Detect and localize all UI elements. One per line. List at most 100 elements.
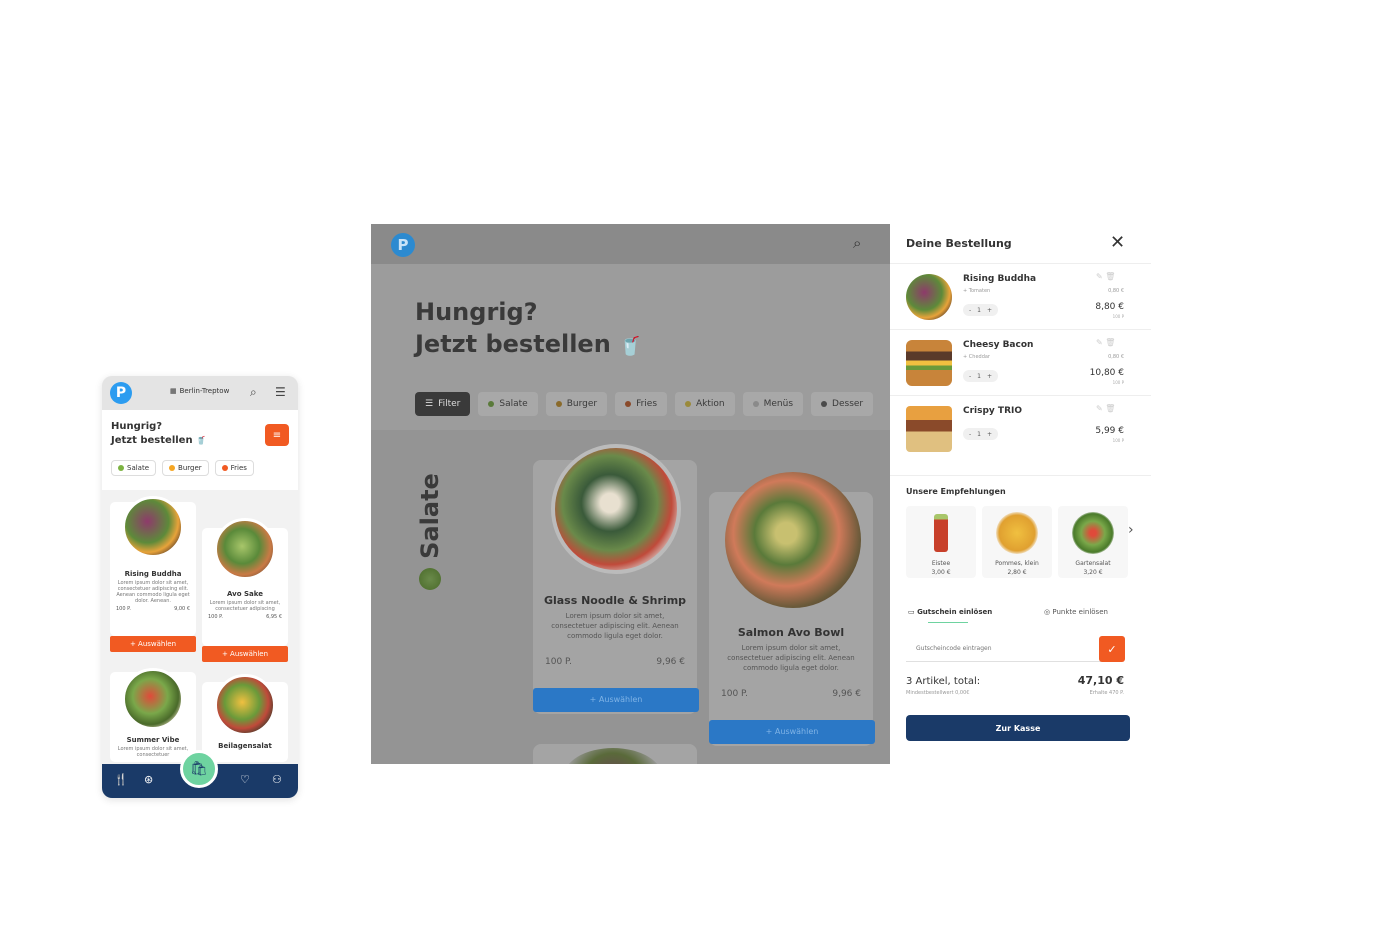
quantity-stepper[interactable]: -1 + xyxy=(963,370,999,382)
product-name: Rising Buddha xyxy=(124,570,182,578)
chip-label: Aktion xyxy=(696,399,725,409)
item-name: Rising Buddha xyxy=(963,274,1037,284)
plus-icon[interactable]: + xyxy=(987,307,992,314)
product-price: 9,96 € xyxy=(832,689,861,699)
chip-menus[interactable]: Menüs xyxy=(742,392,804,416)
product-card[interactable]: Rising Buddha Lorem ipsum dolor sit amet… xyxy=(110,496,196,636)
product-card[interactable]: Summer Vibe Lorem ipsum dolor sit amet, … xyxy=(110,668,196,762)
voucher-input[interactable] xyxy=(906,636,1106,662)
chip-label: Salate xyxy=(499,399,528,409)
product-card[interactable] xyxy=(533,744,697,764)
chip-label: Fries xyxy=(230,464,247,472)
item-image xyxy=(906,406,952,452)
tab-label: Gutschein einlösen xyxy=(917,608,993,616)
minus-icon[interactable]: - xyxy=(969,373,971,380)
hero-title-line1: Hungrig? xyxy=(111,421,163,432)
earn-points: Erhalte 470 P. xyxy=(1089,690,1124,696)
profile-icon[interactable]: ⚇ xyxy=(272,773,282,786)
mobile-category-chips: Salate Burger Fries xyxy=(111,460,254,476)
quantity-stepper[interactable]: -1 + xyxy=(963,428,999,440)
minus-icon[interactable]: - xyxy=(969,431,971,438)
salad-icon xyxy=(118,465,124,471)
product-card[interactable]: Avo Sake Lorem ipsum dolor sit amet, con… xyxy=(202,518,288,646)
chip-burger[interactable]: Burger xyxy=(162,460,209,476)
burger-icon xyxy=(555,401,562,407)
plus-icon[interactable]: + xyxy=(987,431,992,438)
chip-burger[interactable]: Burger xyxy=(545,392,608,416)
search-icon[interactable]: ⌕ xyxy=(853,234,861,252)
product-card[interactable]: Glass Noodle & Shrimp Lorem ipsum dolor … xyxy=(533,444,697,714)
tab-points[interactable]: ◎ Punkte einlösen xyxy=(1044,608,1108,616)
filter-button[interactable]: ☰ Filter xyxy=(415,392,471,416)
offers-icon[interactable]: ⊛ xyxy=(144,773,153,786)
brand-logo[interactable]: P xyxy=(391,233,415,257)
product-price: 9,96 € xyxy=(656,657,685,667)
order-header: Deine Bestellung ✕ xyxy=(890,224,1151,264)
product-card[interactable]: Salmon Avo Bowl Lorem ipsum dolor sit am… xyxy=(709,472,873,746)
close-icon[interactable]: ✕ xyxy=(1110,232,1125,253)
location-selector[interactable]: ▦ Berlin-Treptow xyxy=(170,387,229,395)
chip-salate[interactable]: Salate xyxy=(478,392,538,416)
chevron-right-icon[interactable]: › xyxy=(1128,522,1134,538)
total-label: 3 Artikel, total: xyxy=(906,676,981,687)
product-name: Salmon Avo Bowl xyxy=(737,626,845,639)
recommendation-card[interactable]: Pommes, klein 2,80 € xyxy=(982,506,1052,578)
cart-icon[interactable]: 🛍 xyxy=(180,750,218,788)
chip-fries[interactable]: Fries xyxy=(214,460,254,476)
chip-label: Desser xyxy=(832,399,864,409)
cutlery-icon[interactable]: 🍴 xyxy=(114,773,128,786)
brand-logo[interactable]: P xyxy=(110,382,132,404)
checkout-button[interactable]: Zur Kasse xyxy=(906,715,1130,741)
product-image xyxy=(214,674,276,736)
chip-salate[interactable]: Salate xyxy=(111,460,157,476)
store-icon: ▦ xyxy=(170,387,177,395)
product-name: Summer Vibe xyxy=(126,736,180,744)
dessert-icon xyxy=(821,401,828,407)
hero-title-line1: Hungrig? xyxy=(415,298,538,326)
product-image xyxy=(122,668,184,730)
select-button[interactable]: + Auswählen xyxy=(533,688,699,712)
select-button[interactable]: + Auswählen xyxy=(709,720,875,744)
filter-button[interactable]: ≡ xyxy=(265,424,289,446)
chip-dessert[interactable]: Desser xyxy=(811,392,874,416)
recommendation-card[interactable]: Gartensalat 3,20 € xyxy=(1058,506,1128,578)
edit-delete-icons[interactable]: ✎ 🗑 xyxy=(1096,272,1115,281)
fries-icon xyxy=(221,465,228,471)
minus-icon[interactable]: - xyxy=(969,307,971,314)
menu-icon[interactable]: ☰ xyxy=(275,385,286,399)
salad-icon xyxy=(419,568,441,590)
order-item: Rising Buddha + Tomaten -1 + ✎ 🗑 0,80 € 8… xyxy=(890,264,1151,330)
product-description: Lorem ipsum dolor sit amet, consectetuer… xyxy=(209,600,281,612)
edit-delete-icons[interactable]: ✎ 🗑 xyxy=(1096,404,1115,413)
desktop-topbar: P ⌕ xyxy=(371,224,890,264)
product-image xyxy=(725,472,861,608)
voucher-icon: ▭ xyxy=(908,608,915,616)
order-item: Cheesy Bacon + Cheddar -1 + ✎ 🗑 0,80 € 10… xyxy=(890,330,1151,396)
product-description: Lorem ipsum dolor sit amet, consectetuer… xyxy=(551,612,679,640)
edit-delete-icons[interactable]: ✎ 🗑 xyxy=(1096,338,1115,347)
product-card[interactable]: Beilagensalat xyxy=(202,674,288,762)
search-icon[interactable]: ⌕ xyxy=(250,385,257,400)
item-points: 100 P xyxy=(1112,380,1124,385)
heart-icon[interactable]: ♡ xyxy=(240,773,250,786)
tab-voucher[interactable]: ▭ Gutschein einlösen xyxy=(908,608,992,616)
menu-box-icon xyxy=(752,401,759,407)
chip-label: Menüs xyxy=(763,399,794,409)
product-image xyxy=(563,748,663,764)
select-button[interactable]: + Auswählen xyxy=(110,636,196,652)
select-button[interactable]: + Auswählen xyxy=(202,646,288,662)
section-title: Salate xyxy=(415,473,444,559)
item-name: Crispy TRIO xyxy=(963,406,1022,416)
recommendation-card[interactable]: Eistee 3,00 € xyxy=(906,506,976,578)
menu-area: P ⌕ Hungrig? Jetzt bestellen 🥤 ☰ Filter S… xyxy=(371,224,890,764)
quantity-stepper[interactable]: -1 + xyxy=(963,304,999,316)
product-image xyxy=(214,518,276,580)
recommendation-price: 2,80 € xyxy=(1007,569,1027,576)
item-points: 100 P xyxy=(1112,438,1124,443)
plus-icon[interactable]: + xyxy=(987,373,992,380)
check-icon[interactable]: ✓ xyxy=(1099,636,1125,662)
points-icon: ◎ xyxy=(1044,608,1051,616)
chip-fries[interactable]: Fries xyxy=(615,392,668,416)
chip-aktion[interactable]: Aktion xyxy=(675,392,735,416)
product-price-row: 100 P. 9,96 € xyxy=(709,689,873,699)
